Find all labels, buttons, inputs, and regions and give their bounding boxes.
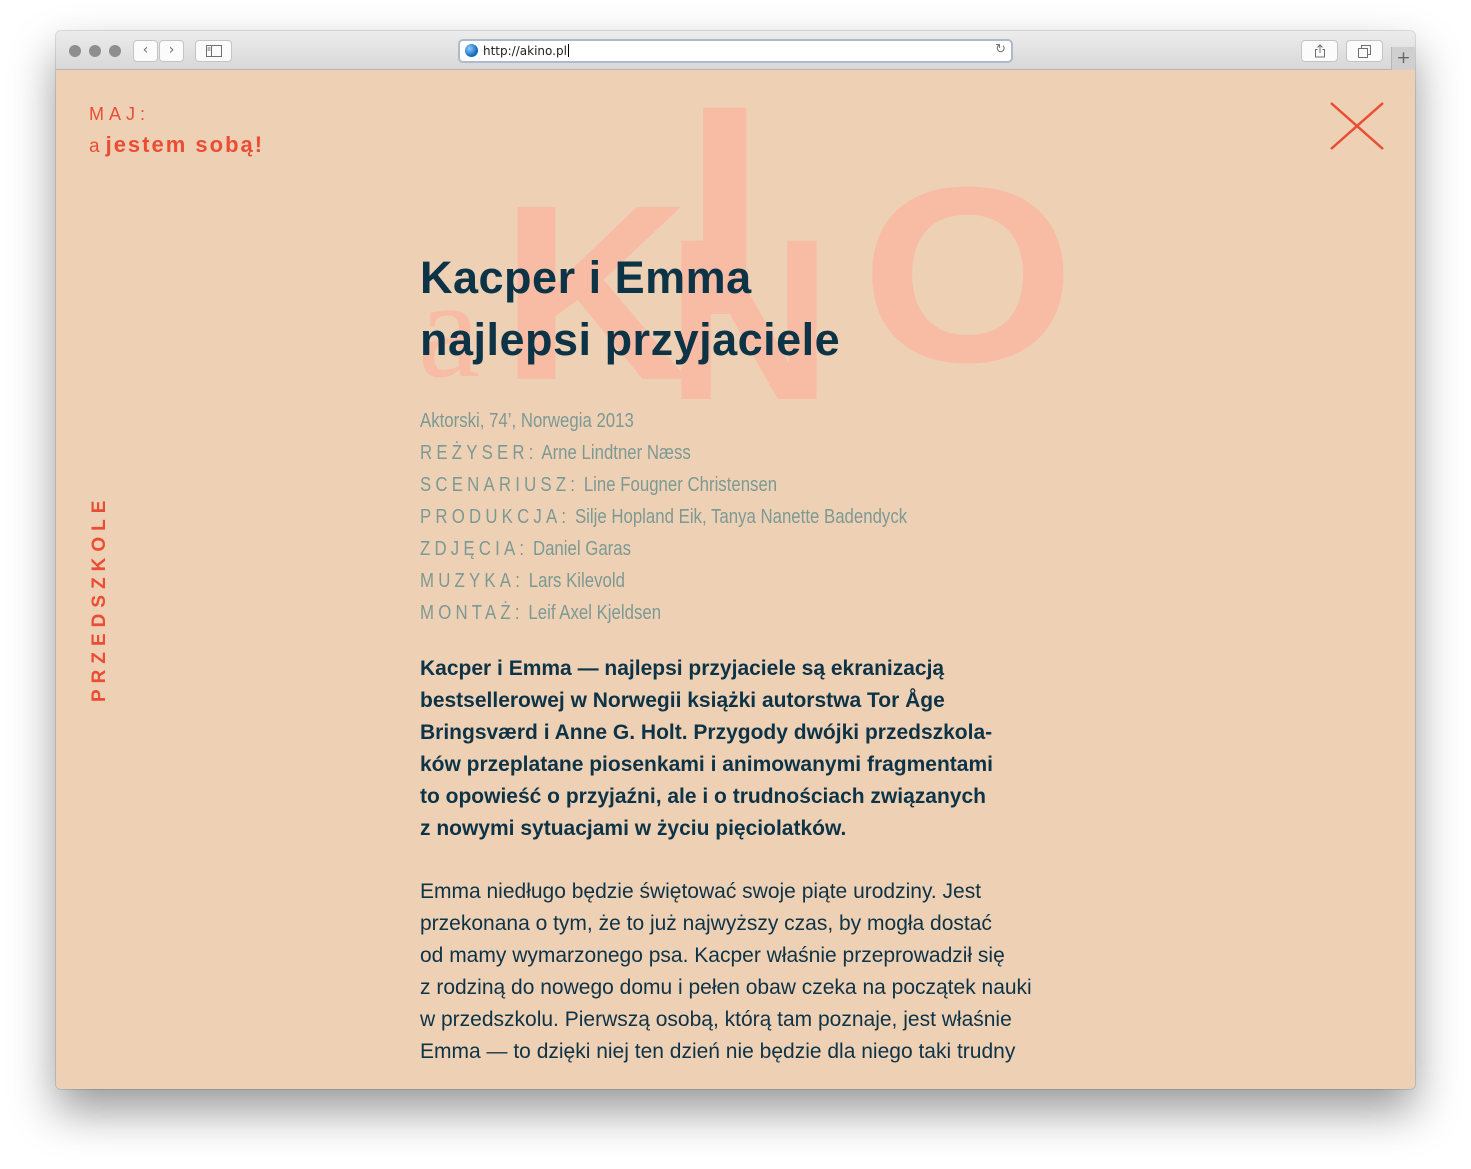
category-label: PRZEDSZKOLE: [89, 494, 110, 702]
credit-row: PRODUKCJA: Silje Hopland Eik, Tanya Nane…: [420, 501, 1008, 533]
sidebar-toggle-button[interactable]: [195, 40, 232, 62]
tabs-icon: [1357, 45, 1371, 58]
plus-icon: +: [1396, 48, 1411, 68]
credit-row: SCENARIUSZ: Line Fougner Christensen: [420, 469, 1008, 501]
tabs-overview-button[interactable]: [1346, 40, 1383, 62]
credit-value: Leif Axel Kjeldsen: [528, 602, 662, 624]
credit-row: ZDJĘCIA: Daniel Garas: [420, 533, 1008, 565]
film-lead: Kacper i Emma — najlepsi przyjaciele są …: [420, 657, 993, 840]
credit-label: PRODUKCJA:: [420, 506, 571, 528]
credit-label: MUZYKA:: [420, 570, 525, 592]
theme-slogan: a jestem sobą!: [89, 132, 264, 158]
back-button[interactable]: ‹: [133, 40, 158, 62]
credit-label: SCENARIUSZ:: [420, 474, 580, 496]
credit-value: Lars Kilevold: [528, 570, 625, 592]
film-title: Kacper i Emma najlepsi przyjaciele: [420, 247, 1120, 371]
chevron-left-icon: ‹: [142, 42, 149, 58]
forward-button[interactable]: ›: [159, 40, 184, 62]
credit-value: Line Fougner Christensen: [583, 474, 778, 496]
credit-value: Daniel Garas: [532, 538, 631, 560]
address-bar-url: http://akino.pl: [483, 44, 567, 58]
film-description: Emma niedługo będzie świętować swoje pią…: [420, 880, 1032, 1063]
film-title-line2: najlepsi przyjaciele: [420, 314, 841, 365]
slogan-prefix: a: [89, 136, 100, 157]
credit-value: Silje Hopland Eik, Tanya Nanette Badendy…: [574, 506, 908, 528]
reload-icon[interactable]: ↻: [995, 41, 1006, 59]
chevron-right-icon: ›: [168, 42, 175, 58]
browser-toolbar: ‹ › http://akino.pl ↻ +: [56, 31, 1415, 70]
close-icon[interactable]: [1328, 100, 1386, 152]
slogan-text: jestem sobą!: [105, 132, 265, 157]
credit-label: ZDJĘCIA:: [420, 538, 529, 560]
browser-window: ‹ › http://akino.pl ↻ + a K I N O MAJ: a…: [56, 31, 1415, 1089]
globe-icon: [465, 44, 478, 57]
address-bar[interactable]: http://akino.pl ↻: [458, 39, 1013, 63]
close-window-button[interactable]: [69, 45, 81, 57]
share-button[interactable]: [1301, 40, 1338, 62]
credit-label: MONTAŻ:: [420, 602, 524, 624]
credit-row: MUZYKA: Lars Kilevold: [420, 565, 1008, 597]
film-title-line1: Kacper i Emma: [420, 252, 752, 303]
credit-row: MONTAŻ: Leif Axel Kjeldsen: [420, 597, 1008, 629]
credit-row: REŻYSER: Arne Lindtner Næss: [420, 437, 1008, 469]
credit-value: Arne Lindtner Næss: [541, 442, 691, 464]
film-details: Kacper i Emma najlepsi przyjaciele Aktor…: [420, 247, 1120, 1068]
new-tab-button[interactable]: +: [1391, 47, 1415, 70]
month-label: MAJ:: [89, 104, 151, 124]
film-credits: Aktorski, 74’, Norwegia 2013 REŻYSER: Ar…: [420, 405, 1120, 629]
credit-label: REŻYSER:: [420, 442, 538, 464]
page: a K I N O MAJ: a jestem sobą! PRZEDSZKOLE…: [56, 70, 1415, 1089]
share-icon: [1314, 44, 1325, 58]
zoom-window-button[interactable]: [109, 45, 121, 57]
minimize-window-button[interactable]: [89, 45, 101, 57]
film-info: Aktorski, 74’, Norwegia 2013: [420, 410, 634, 432]
sidebar-icon: [205, 45, 222, 57]
